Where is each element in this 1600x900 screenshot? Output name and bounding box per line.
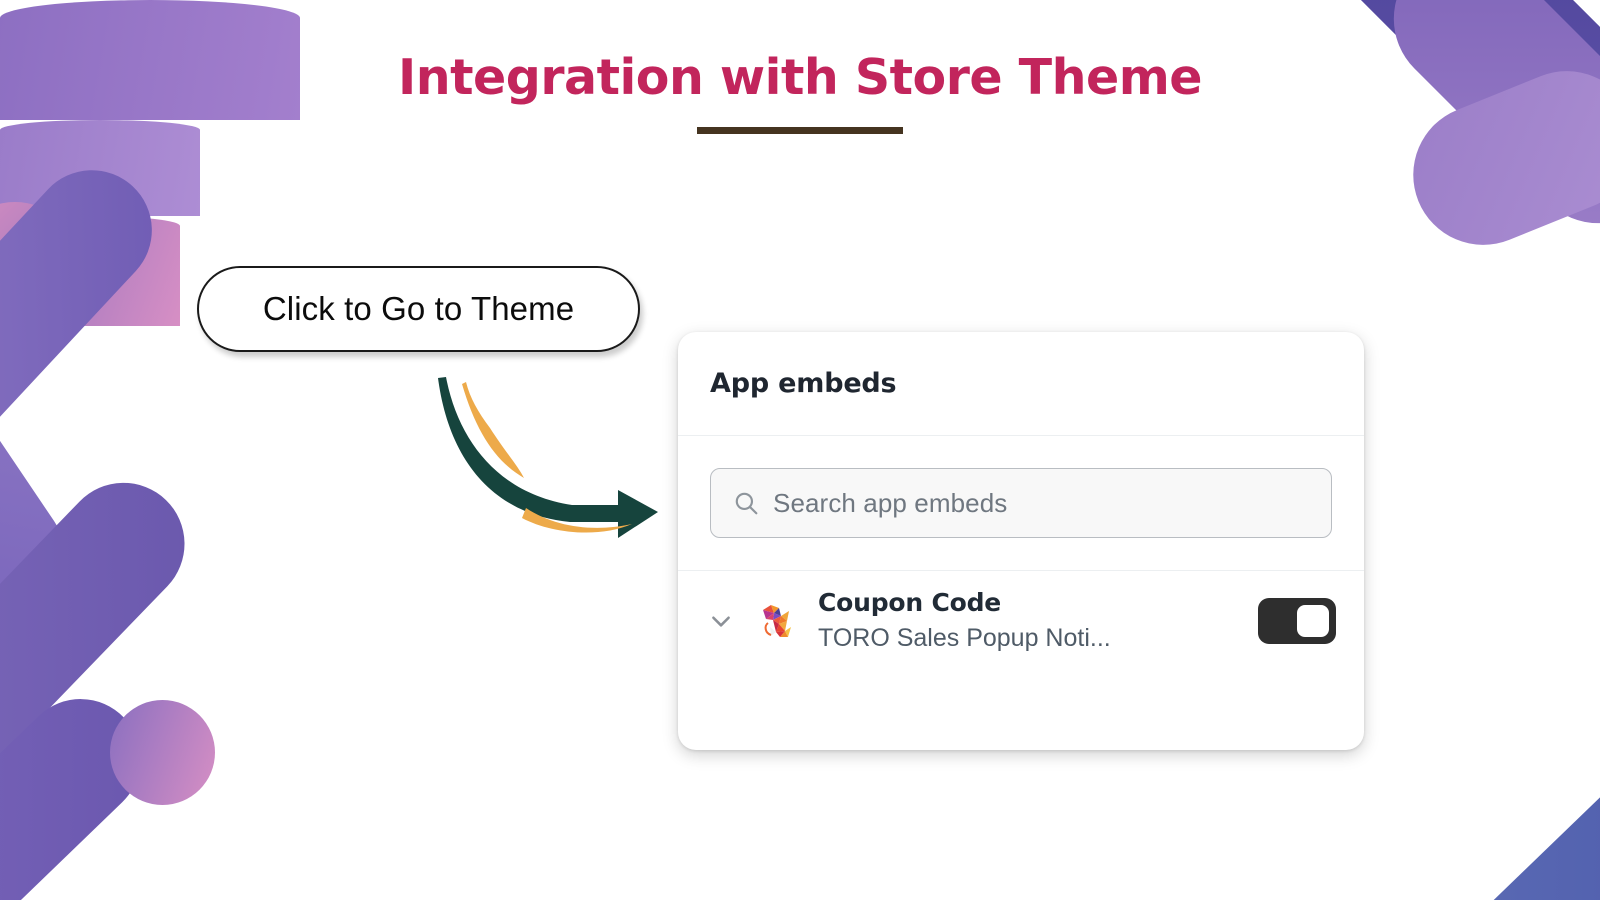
go-to-theme-button[interactable]: Click to Go to Theme	[197, 266, 640, 352]
decor-capsule-left-3	[0, 457, 210, 845]
app-embeds-title: App embeds	[710, 368, 897, 399]
app-embeds-header: App embeds	[678, 332, 1364, 436]
chevron-down-icon[interactable]	[704, 604, 738, 638]
go-to-theme-label: Click to Go to Theme	[262, 290, 575, 327]
decor-wave-bottom-right	[0, 216, 180, 326]
app-embed-list-item[interactable]: Coupon Code TORO Sales Popup Noti...	[678, 571, 1364, 671]
screen-root: Integration with Store Theme Click to Go…	[0, 0, 1600, 900]
decor-capsule-left-2	[0, 322, 88, 638]
search-icon	[735, 492, 758, 515]
curved-arrow-icon	[438, 377, 658, 538]
page-title: Integration with Store Theme	[398, 49, 1203, 106]
app-embed-text-block: Coupon Code TORO Sales Popup Noti...	[818, 587, 1246, 655]
decor-capsule-left-4	[0, 674, 166, 900]
app-embed-title: Coupon Code	[818, 588, 1002, 617]
search-input-placeholder: Search app embeds	[773, 487, 1008, 518]
search-app-embeds-field[interactable]: Search app embeds	[710, 468, 1332, 538]
decor-capsule-left-1	[0, 145, 177, 491]
toggle-knob	[1297, 604, 1329, 637]
toro-bull-logo-icon	[752, 596, 800, 645]
page-header: Integration with Store Theme	[0, 49, 1600, 135]
app-embeds-card: App embeds Search app embeds Coupon Code…	[678, 332, 1364, 750]
app-embed-toggle[interactable]	[1258, 597, 1336, 644]
decor-circle-left-top	[0, 202, 80, 332]
app-embeds-search-zone: Search app embeds	[678, 436, 1364, 571]
app-embed-subtitle: TORO Sales Popup Noti...	[818, 624, 1111, 653]
decor-capsule-bottom-right	[1428, 754, 1600, 900]
decor-circle-left-bottom	[110, 700, 215, 805]
title-underline	[697, 127, 903, 135]
